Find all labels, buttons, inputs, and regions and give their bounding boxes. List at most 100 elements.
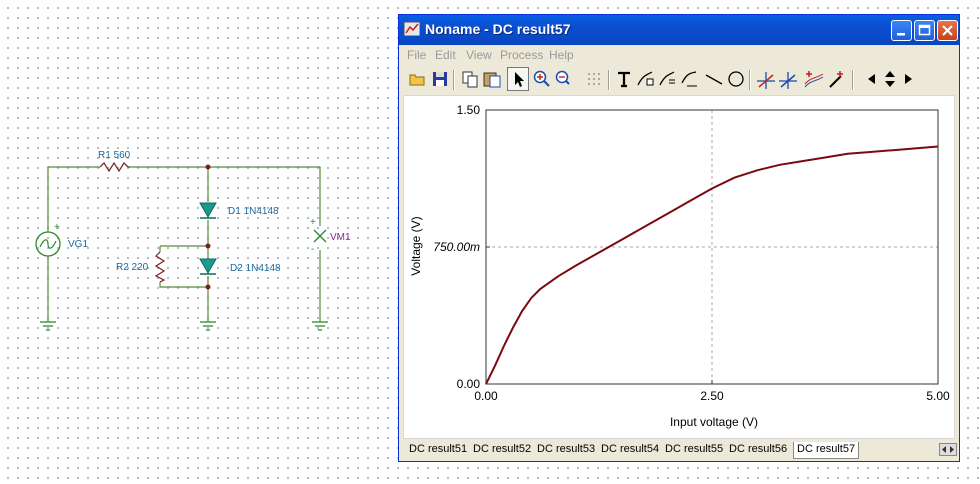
line-icon: [705, 74, 723, 85]
x-axis-label: Input voltage (V): [670, 415, 758, 429]
plot-area[interactable]: 0.00 2.50 5.00 0.00 750.00m 1.50 Input voltag…: [403, 95, 955, 439]
grid-icon: [588, 73, 600, 85]
close-button[interactable]: [937, 20, 958, 41]
voltage-generator-vg1[interactable]: + VG1: [35, 222, 88, 257]
add-curve-icon: [804, 71, 824, 88]
wires: [47, 166, 321, 322]
cursor-b-icon: [779, 72, 797, 89]
tab-dc-result54[interactable]: DC result54: [601, 442, 659, 458]
resistor-r2[interactable]: R2 220: [116, 251, 166, 283]
window-title: Noname - DC result57: [425, 21, 571, 37]
ground-symbol: [312, 321, 328, 331]
zoom-in-button[interactable]: [530, 67, 552, 91]
text-button[interactable]: [613, 67, 635, 91]
junction-dot: [205, 284, 211, 290]
tab-dc-result57[interactable]: DC result57: [793, 442, 860, 459]
maximize-icon: [918, 24, 931, 36]
menu-edit[interactable]: Edit: [435, 48, 456, 62]
add-curve-button[interactable]: [803, 67, 825, 91]
text-icon: [618, 71, 630, 88]
vg1-label: VG1: [68, 239, 88, 250]
zoom-100-button[interactable]: [552, 67, 574, 91]
result-window: Noname - DC result57 File Edit View Proc…: [398, 14, 960, 462]
label-curve-3-icon: [681, 71, 697, 87]
diode-d1[interactable]: D1 1N4148: [199, 202, 279, 219]
r2-label: R2 220: [116, 262, 149, 273]
label-curve-2-button[interactable]: [657, 67, 679, 91]
y-axis-label: Voltage (V): [409, 216, 423, 275]
label-curve-button[interactable]: [635, 67, 657, 91]
cursor-a-button[interactable]: [755, 67, 777, 91]
voltmeter-vm1[interactable]: + - VM1: [310, 217, 351, 255]
tab-dc-result52[interactable]: DC result52: [473, 442, 531, 458]
x-tick-label: 0.00: [474, 389, 498, 403]
zoom-in-icon: [533, 70, 550, 87]
tab-scroll-button[interactable]: [939, 443, 957, 456]
junction-dot: [205, 164, 211, 170]
line-chart: 0.00 2.50 5.00 0.00 750.00m 1.50 Input voltag…: [409, 103, 950, 429]
x-tick-label: 2.50: [700, 389, 724, 403]
menu-bar: File Edit View Process Help: [399, 46, 959, 64]
paste-button[interactable]: [481, 67, 503, 91]
copy-button[interactable]: [459, 67, 481, 91]
menu-file[interactable]: File: [407, 48, 426, 62]
toolbar-separator: [608, 70, 610, 90]
menu-process[interactable]: Process: [500, 48, 543, 62]
y-tick-label: 750.00m: [433, 240, 480, 254]
menu-help[interactable]: Help: [549, 48, 574, 62]
maximize-button[interactable]: [914, 20, 935, 41]
label-curve-3-button[interactable]: [679, 67, 701, 91]
label-curve-2-icon: [659, 71, 675, 86]
x-tick-label: 5.00: [926, 389, 950, 403]
vm1-plus: +: [310, 217, 316, 228]
close-icon: [942, 25, 953, 36]
ground-symbol: [200, 321, 216, 331]
scroll-right-button[interactable]: [897, 67, 919, 91]
y-tick-label: 0.00: [457, 377, 481, 391]
tab-scroll-icon: [942, 446, 954, 453]
title-bar[interactable]: Noname - DC result57: [399, 15, 959, 45]
toolbar-separator: [453, 70, 455, 90]
minimize-icon: [897, 33, 905, 36]
cursor-b-button[interactable]: [777, 67, 799, 91]
grid-button[interactable]: [584, 67, 606, 91]
y-tick-label: 1.50: [457, 103, 481, 117]
menu-view[interactable]: View: [466, 48, 492, 62]
result-tabs: DC result51 DC result52 DC result53 DC r…: [403, 441, 957, 459]
d2-label: D2 1N4148: [230, 263, 281, 274]
zoom-100-icon: [555, 70, 570, 85]
label-curve-icon: [637, 71, 654, 86]
schematic-canvas[interactable]: R1 560 D1 1N4148 D2 1N4148 R2 220 + VG1 …: [0, 0, 395, 484]
save-icon: [433, 72, 447, 86]
toolbar-separator: [749, 70, 751, 90]
tab-dc-result53[interactable]: DC result53: [537, 442, 595, 458]
cursor-a-icon: [757, 72, 775, 89]
open-icon: [409, 74, 425, 86]
scroll-right-icon: [905, 74, 912, 84]
vg1-plus: +: [54, 222, 60, 233]
tab-dc-result56[interactable]: DC result56: [729, 442, 787, 458]
paste-icon: [483, 72, 501, 88]
open-button[interactable]: [407, 67, 429, 91]
edit-curve-button[interactable]: [826, 67, 848, 91]
circle-icon: [728, 71, 744, 87]
tab-dc-result55[interactable]: DC result55: [665, 442, 723, 458]
pointer-button[interactable]: [507, 67, 529, 91]
r1-label: R1 560: [98, 150, 131, 161]
toolbar: [403, 67, 957, 93]
toolbar-separator: [852, 70, 854, 90]
copy-icon: [462, 71, 478, 88]
circle-button[interactable]: [725, 67, 747, 91]
ground-symbol: [40, 321, 56, 331]
app-graph-icon: [404, 22, 420, 36]
line-button[interactable]: [703, 67, 725, 91]
save-button[interactable]: [429, 67, 451, 91]
minimize-button[interactable]: [891, 20, 912, 41]
edit-curve-icon: [829, 71, 843, 88]
vm1-minus: -: [311, 244, 314, 255]
diode-d2[interactable]: D2 1N4148: [199, 258, 281, 275]
junction-dot: [205, 243, 211, 249]
tab-dc-result51[interactable]: DC result51: [409, 442, 467, 458]
pointer-icon: [515, 72, 524, 87]
resistor-r1[interactable]: R1 560: [98, 150, 131, 173]
